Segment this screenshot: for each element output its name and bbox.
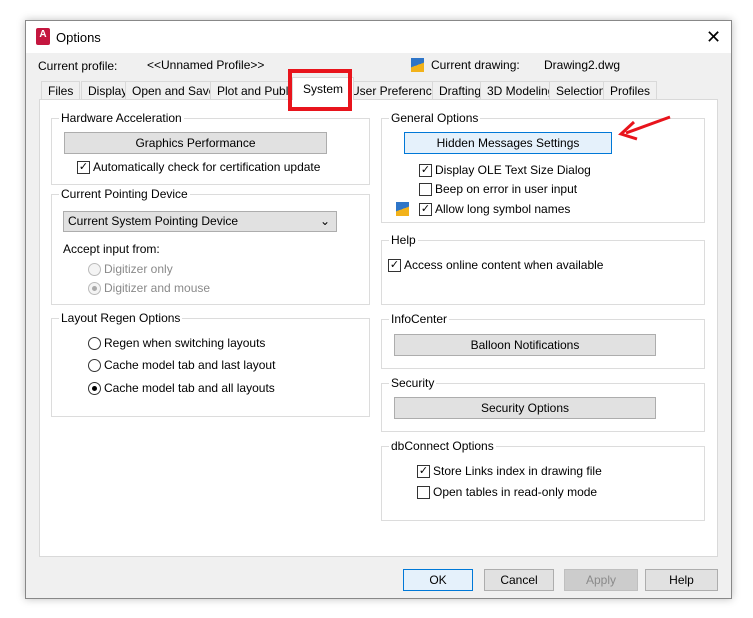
group-title: Security [389, 376, 437, 390]
options-dialog: A Options ✕ Current profile: <<Unnamed P… [25, 20, 732, 599]
cache-all-layouts-radio[interactable] [88, 382, 101, 395]
group-title: Help [389, 233, 418, 247]
tab-plot-and-publish[interactable]: Plot and Publish [210, 81, 300, 100]
open-tables-readonly-checkbox[interactable] [417, 486, 430, 499]
allow-long-symbol-names-checkbox[interactable]: ✓ [419, 203, 432, 216]
store-links-index-checkbox[interactable]: ✓ [417, 465, 430, 478]
select-value: Current System Pointing Device [68, 214, 239, 228]
tab-profiles[interactable]: Profiles [603, 81, 658, 100]
tab-files[interactable]: Files [41, 81, 81, 100]
layout-regen-group: Layout Regen Options Regen when switchin… [51, 311, 370, 417]
red-arrow-annotation [618, 115, 671, 141]
checkbox-label: Access online content when available [404, 258, 604, 272]
group-title: Layout Regen Options [59, 311, 183, 325]
group-title: Current Pointing Device [59, 187, 190, 201]
current-drawing-value: Drawing2.dwg [544, 58, 621, 72]
dbconnect-group: dbConnect Options ✓ Store Links index in… [381, 439, 705, 521]
current-drawing-label: Current drawing: [431, 58, 520, 72]
current-profile-value: <<Unnamed Profile>> [147, 58, 265, 72]
checkbox-label: Store Links index in drawing file [433, 464, 602, 478]
display-ole-checkbox[interactable]: ✓ [419, 164, 432, 177]
digitizer-and-mouse-radio[interactable] [88, 282, 101, 295]
autocad-app-icon: A [36, 28, 50, 45]
current-profile-label: Current profile: [38, 59, 118, 73]
digitizer-only-radio[interactable] [88, 263, 101, 276]
balloon-notifications-button[interactable]: Balloon Notifications [394, 334, 656, 356]
radio-label: Cache model tab and all layouts [104, 381, 275, 395]
cache-last-layout-radio[interactable] [88, 359, 101, 372]
radio-label: Digitizer and mouse [104, 281, 211, 295]
close-button[interactable]: ✕ [706, 27, 721, 48]
infocenter-group: InfoCenter Balloon Notifications [381, 312, 705, 369]
radio-label: Digitizer only [104, 262, 173, 276]
auto-check-label: Automatically check for certification up… [93, 160, 321, 174]
highlight-box [288, 69, 352, 111]
group-title: Hardware Acceleration [59, 111, 184, 125]
hardware-acceleration-group: Hardware Acceleration Graphics Performan… [51, 111, 370, 185]
group-title: InfoCenter [389, 312, 450, 326]
graphics-performance-button[interactable]: Graphics Performance [64, 132, 327, 154]
pointing-device-select[interactable]: Current System Pointing Device ⌄ [63, 211, 337, 232]
pointing-device-group: Current Pointing Device Current System P… [51, 187, 370, 305]
ok-button[interactable]: OK [403, 569, 473, 591]
security-group: Security Security Options [381, 376, 705, 432]
checkbox-label: Open tables in read-only mode [433, 485, 598, 499]
radio-label: Cache model tab and last layout [104, 358, 276, 372]
checkbox-label: Allow long symbol names [435, 202, 571, 216]
cancel-button[interactable]: Cancel [484, 569, 554, 591]
drawing-icon [411, 58, 424, 72]
dialog-title: Options [56, 30, 101, 45]
access-online-content-checkbox[interactable]: ✓ [388, 259, 401, 272]
title-bar: A Options ✕ [26, 21, 731, 53]
checkbox-label: Display OLE Text Size Dialog [435, 163, 591, 177]
checkbox-label: Beep on error in user input [435, 182, 578, 196]
chevron-down-icon: ⌄ [319, 214, 330, 228]
tab-open-and-save[interactable]: Open and Save [125, 81, 223, 100]
security-options-button[interactable]: Security Options [394, 397, 656, 419]
help-button[interactable]: Help [645, 569, 718, 591]
radio-label: Regen when switching layouts [104, 336, 266, 350]
tab-panel: Hardware Acceleration Graphics Performan… [39, 99, 718, 557]
help-group: Help ✓ Access online content when availa… [381, 233, 705, 305]
beep-on-error-checkbox[interactable] [419, 183, 432, 196]
hidden-messages-settings-button[interactable]: Hidden Messages Settings [404, 132, 612, 154]
accept-input-label: Accept input from: [63, 242, 160, 256]
drawing-saved-icon [396, 202, 409, 216]
auto-check-certification-checkbox[interactable]: ✓ [77, 161, 90, 174]
regen-switching-radio[interactable] [88, 337, 101, 350]
group-title: dbConnect Options [389, 439, 496, 453]
apply-button[interactable]: Apply [564, 569, 638, 591]
group-title: General Options [389, 111, 481, 125]
